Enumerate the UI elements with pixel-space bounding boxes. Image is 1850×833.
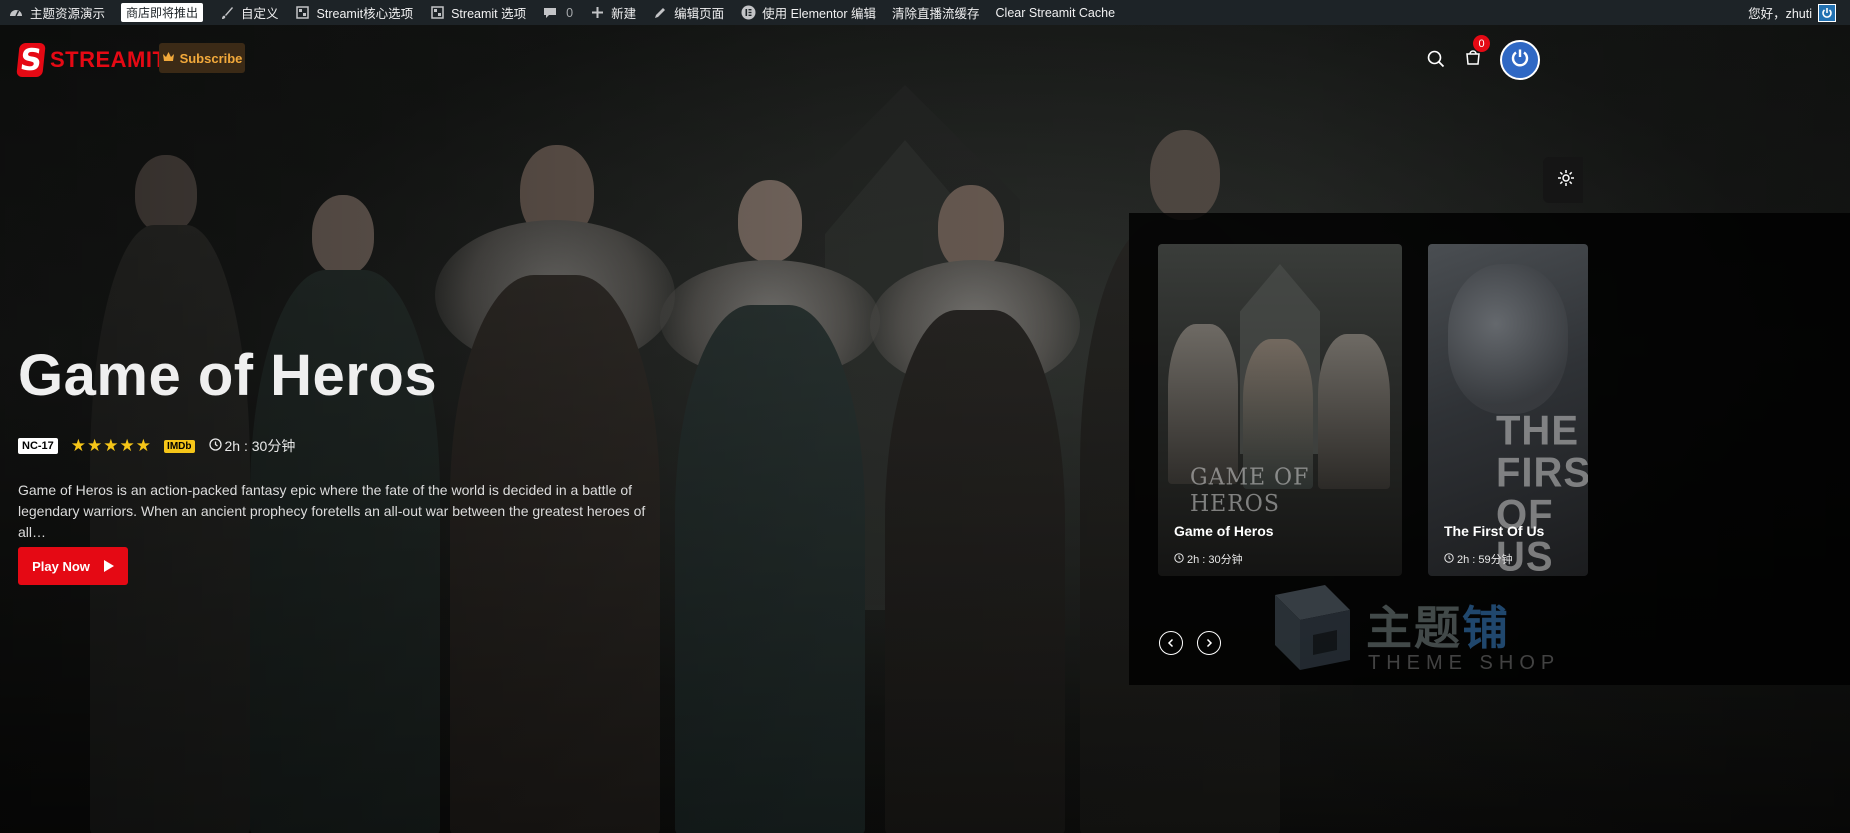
power-icon [1510,48,1530,73]
movie-card-duration-text: 2h : 30分钟 [1187,554,1243,566]
pencil-icon [652,5,668,21]
cart-count-badge: 0 [1473,35,1490,52]
crown-icon [162,51,175,65]
hero-meta: NC-17 ★★★★★ IMDb 2h : 30分钟 [18,436,295,456]
movie-card-duration: 2h : 30分钟 [1174,551,1243,567]
logo-mark: S [16,43,46,78]
chevron-right-icon [1204,636,1214,651]
star-icon: ★ [119,436,136,455]
movie-card-duration: 2h : 59分钟 [1444,551,1513,567]
movie-card-title: The First Of Us [1444,523,1545,539]
movie-card-duration-text: 2h : 59分钟 [1457,554,1513,566]
slider-next-button[interactable] [1197,631,1221,655]
hero-title: Game of Heros [18,343,438,408]
slider-prev-button[interactable] [1159,631,1183,655]
gear-icon [1557,169,1575,192]
play-now-label: Play Now [32,558,90,574]
watermark-text-gray: 主题 [1366,601,1462,655]
play-icon [103,560,114,572]
admin-clear-live-cache-label: 清除直播流缓存 [892,7,980,21]
admin-account[interactable]: 您好，zhuti [1740,0,1844,25]
settings-box-icon [295,5,311,21]
admin-streamit-core-label: Streamit核心选项 [316,7,414,21]
admin-site-name[interactable]: 主题资源演示 [0,0,113,25]
user-account-button[interactable] [1500,40,1540,80]
clock-icon [1444,552,1454,566]
admin-elementor-edit-label: 使用 Elementor 编辑 [762,7,877,21]
admin-streamit-core[interactable]: Streamit核心选项 [287,0,422,25]
admin-edit-page[interactable]: 编辑页面 [644,0,732,25]
movie-card-title: Game of Heros [1174,523,1274,539]
movie-card[interactable]: THE FIRST OF US The First Of Us 2h : 59分… [1428,244,1588,576]
play-now-button[interactable]: Play Now [18,547,128,585]
elementor-icon [740,5,756,21]
admin-new[interactable]: 新建 [581,0,644,25]
admin-edit-page-label: 编辑页面 [674,7,725,21]
movie-card[interactable]: GAME OF HEROS Game of Heros 2h : 30分钟 [1158,244,1402,576]
poster-title-text: GAME OF HEROS [1190,464,1310,518]
search-icon[interactable] [1426,49,1446,69]
imdb-logo: IMDb [164,439,195,453]
wp-admin-bar: 主题资源演示 商店即将推出 自定义 Streamit核心选项 Streamit … [0,0,1850,25]
brush-icon [219,5,235,21]
theme-shop-watermark-logo [1265,580,1360,680]
admin-clear-streamit-cache[interactable]: Clear Streamit Cache [988,0,1124,25]
admin-clear-live-cache[interactable]: 清除直播流缓存 [884,0,988,25]
admin-avatar [1818,3,1836,22]
admin-greeting: 您好，zhuti [1748,7,1812,21]
watermark-text: 主题铺 [1366,592,1510,658]
hero-duration: 2h : 30分钟 [208,436,296,456]
admin-streamit-options[interactable]: Streamit 选项 [421,0,534,25]
admin-comments-count: 0 [566,5,574,20]
star-icon: ★ [87,436,104,455]
admin-bar-right: 您好，zhuti [1740,0,1850,25]
age-rating-badge: NC-17 [18,438,58,454]
logo-text: STREAMIT [50,47,167,72]
admin-comments[interactable]: 0 [534,0,581,25]
admin-customize-label: 自定义 [241,7,279,21]
subscribe-label: Subscribe [179,50,243,66]
watermark-text-blue: 铺 [1462,601,1510,655]
star-rating: ★★★★★ [71,436,152,456]
plus-icon [589,5,605,21]
star-icon: ★ [70,436,88,455]
settings-panel-toggle[interactable] [1543,157,1583,203]
clock-icon [1174,552,1184,566]
dashboard-icon [8,5,24,21]
admin-bar-left: 主题资源演示 商店即将推出 自定义 Streamit核心选项 Streamit … [0,0,1123,25]
subscribe-button[interactable]: Subscribe [159,43,245,73]
admin-customize[interactable]: 自定义 [211,0,287,25]
hero-duration-text: 2h : 30分钟 [224,438,296,454]
streamit-logo[interactable]: S STREAMIT [16,43,167,78]
watermark-subtext: THEME SHOP [1368,652,1561,674]
star-icon: ★ [135,436,153,455]
admin-store-badge[interactable]: 商店即将推出 [113,0,211,25]
chevron-left-icon [1166,636,1176,651]
admin-clear-streamit-cache-label: Clear Streamit Cache [995,5,1116,20]
star-icon: ★ [103,436,120,455]
admin-site-name-label: 主题资源演示 [30,7,106,21]
hero-description: Game of Heros is an action-packed fantas… [18,482,646,540]
clock-icon [208,438,222,454]
settings-box-icon [429,5,445,21]
admin-new-label: 新建 [611,7,637,21]
admin-streamit-options-label: Streamit 选项 [451,7,527,21]
comment-icon [542,5,558,21]
store-coming-soon-badge: 商店即将推出 [121,3,204,22]
admin-elementor-edit[interactable]: 使用 Elementor 编辑 [732,0,884,25]
